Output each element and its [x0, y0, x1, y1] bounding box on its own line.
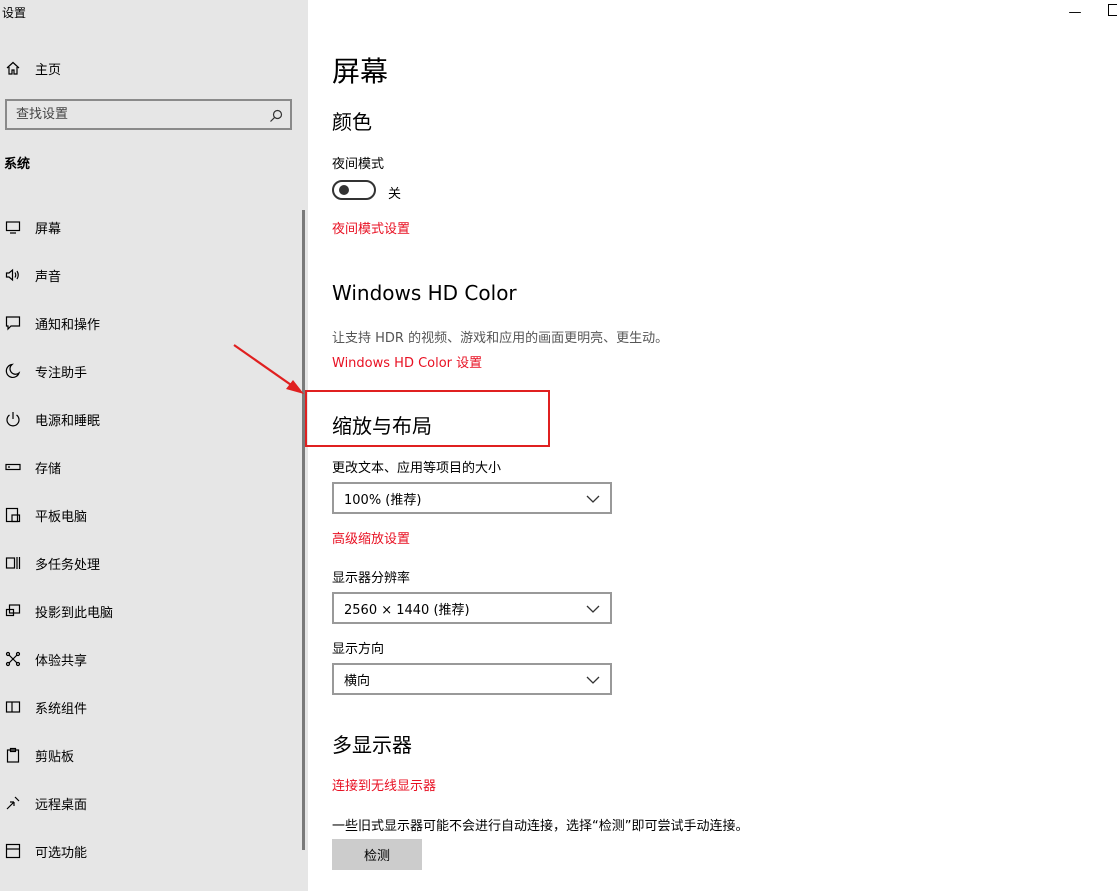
sidebar-item-label: 系统组件	[35, 701, 88, 717]
notification-icon	[5, 315, 21, 331]
resolution-dropdown[interactable]: 2560 × 1440 (推荐)	[332, 592, 612, 624]
wireless-display-link[interactable]: 连接到无线显示器	[332, 775, 436, 794]
night-light-settings-link[interactable]: 夜间模式设置	[332, 218, 410, 237]
sidebar-item-clipboard[interactable]: 剪贴板	[0, 731, 300, 779]
sidebar-item-about[interactable]: 关于	[0, 875, 300, 891]
sidebar-item-storage[interactable]: 存储	[0, 443, 300, 491]
sidebar-item-power-sleep[interactable]: 电源和睡眠	[0, 395, 300, 443]
monitor-icon	[5, 219, 21, 235]
color-heading: 颜色	[332, 110, 372, 134]
hdr-description: 让支持 HDR 的视频、游戏和应用的画面更明亮、更生动。	[332, 331, 669, 346]
sidebar-item-label: 远程桌面	[35, 797, 88, 813]
tablet-icon	[5, 507, 21, 523]
search-icon[interactable]	[269, 108, 283, 122]
share-icon	[5, 651, 21, 667]
night-light-state: 关	[388, 187, 402, 202]
hdr-heading: Windows HD Color	[332, 281, 517, 305]
project-icon	[5, 603, 21, 619]
sidebar-item-shared-experiences[interactable]: 体验共享	[0, 635, 300, 683]
sidebar: 设置 主页 系统 屏幕 声音 通知和操作 专注助手	[0, 0, 308, 891]
sidebar-item-label: 多任务处理	[35, 557, 101, 573]
night-light-toggle[interactable]	[332, 180, 376, 200]
sidebar-nav: 屏幕 声音 通知和操作 专注助手 电源和睡眠 存储 平板电脑 多任务处理 投影到…	[0, 203, 300, 891]
hdr-settings-link[interactable]: Windows HD Color 设置	[332, 352, 482, 371]
toggle-knob	[339, 185, 349, 195]
app-title: 设置	[2, 6, 27, 20]
sidebar-item-label: 通知和操作	[35, 317, 101, 333]
sidebar-item-project-to-pc[interactable]: 投影到此电脑	[0, 587, 300, 635]
sidebar-item-label: 体验共享	[35, 653, 88, 669]
orientation-label: 显示方向	[332, 642, 385, 657]
sidebar-scrollbar[interactable]	[302, 210, 305, 850]
chevron-down-icon	[586, 489, 600, 508]
section-title: 系统	[4, 157, 31, 172]
sidebar-item-system-components[interactable]: 系统组件	[0, 683, 300, 731]
scale-dropdown[interactable]: 100% (推荐)	[332, 482, 612, 514]
power-icon	[5, 411, 21, 427]
dropdown-value: 2560 × 1440 (推荐)	[344, 602, 470, 618]
night-light-label: 夜间模式	[332, 157, 385, 172]
optional-features-icon	[5, 843, 21, 859]
sidebar-item-label: 投影到此电脑	[35, 605, 114, 621]
sidebar-item-remote-desktop[interactable]: 远程桌面	[0, 779, 300, 827]
sidebar-item-label: 平板电脑	[35, 509, 88, 525]
detect-note: 一些旧式显示器可能不会进行自动连接，选择“检测”即可尝试手动连接。	[332, 819, 749, 834]
dropdown-value: 横向	[344, 673, 371, 689]
multi-display-heading: 多显示器	[332, 733, 412, 757]
sidebar-item-display[interactable]: 屏幕	[0, 203, 300, 251]
speaker-icon	[5, 267, 21, 283]
sidebar-item-tablet[interactable]: 平板电脑	[0, 491, 300, 539]
maximize-button[interactable]	[1108, 4, 1117, 16]
text-size-label: 更改文本、应用等项目的大小	[332, 461, 502, 476]
moon-icon	[5, 363, 21, 379]
annotation-highlight-box	[305, 390, 550, 447]
sidebar-item-home[interactable]: 主页	[0, 52, 300, 84]
sidebar-item-label: 主页	[35, 62, 62, 78]
search-box	[5, 99, 292, 130]
sidebar-item-label: 电源和睡眠	[35, 413, 101, 429]
advanced-scaling-link[interactable]: 高级缩放设置	[332, 528, 410, 547]
sidebar-item-optional-features[interactable]: 可选功能	[0, 827, 300, 875]
sidebar-item-multitasking[interactable]: 多任务处理	[0, 539, 300, 587]
components-icon	[5, 699, 21, 715]
sidebar-item-label: 声音	[35, 269, 62, 285]
chevron-down-icon	[586, 670, 600, 689]
home-icon	[5, 60, 21, 76]
page-title: 屏幕	[332, 55, 389, 88]
search-input[interactable]	[7, 107, 269, 122]
sidebar-item-label: 专注助手	[35, 365, 88, 381]
sidebar-item-label: 剪贴板	[35, 749, 75, 765]
resolution-label: 显示器分辨率	[332, 571, 411, 586]
detect-button[interactable]: 检测	[332, 839, 422, 870]
dropdown-value: 100% (推荐)	[344, 492, 422, 508]
storage-icon	[5, 459, 21, 475]
multitask-icon	[5, 555, 21, 571]
sidebar-item-label: 存储	[35, 461, 62, 477]
chevron-down-icon	[586, 599, 600, 618]
sidebar-item-label: 可选功能	[35, 845, 88, 861]
annotation-arrow	[233, 344, 304, 394]
orientation-dropdown[interactable]: 横向	[332, 663, 612, 695]
clipboard-icon	[5, 747, 21, 763]
sidebar-item-label: 屏幕	[35, 221, 62, 237]
sidebar-item-sound[interactable]: 声音	[0, 251, 300, 299]
remote-icon	[5, 795, 21, 811]
minimize-button[interactable]: —	[1063, 2, 1087, 22]
